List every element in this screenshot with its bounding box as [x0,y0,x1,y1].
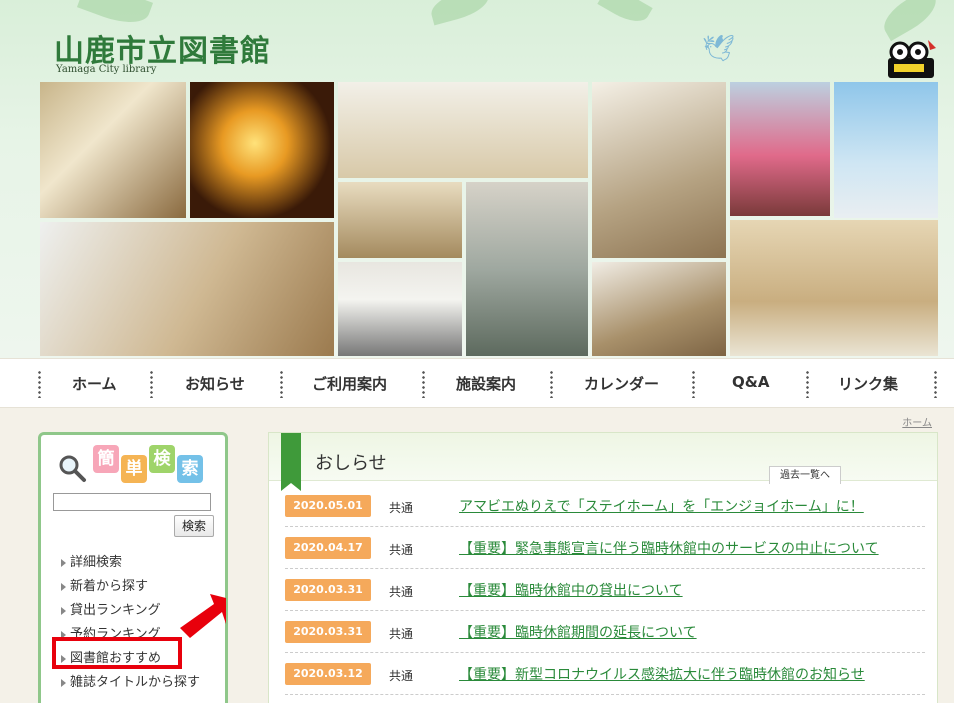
photo-kids-room [730,220,938,356]
news-link[interactable]: 【重要】臨時休館中の貸出について [459,580,683,600]
news-link[interactable]: 【重要】臨時休館期間の延長について [459,622,697,642]
news-category: 共通 [389,585,414,599]
photo-sculpture [834,82,938,218]
arrow-right-icon [61,606,66,615]
link-label: 雑誌タイトルから探す [70,675,201,690]
breadcrumb-home[interactable]: ホーム [902,414,932,429]
red-arrow-annotation [180,594,226,638]
bird-icon: 🕊 [702,34,736,64]
news-category: 共通 [389,501,414,515]
news-link[interactable]: アマビエぬりえで「ステイホーム」を「エンジョイホーム」に！ [459,496,864,516]
photo-shelves-corridor [338,182,462,258]
nav-usage-guide[interactable]: ご利用案内 [312,373,387,394]
title-char: 検 [149,445,175,473]
search-input[interactable] [53,493,211,511]
site-header: 山鹿市立図書館 Yamaga City library 🕊 [0,0,954,358]
nav-separator [550,370,553,398]
site-subtitle: Yamaga City library [56,64,157,75]
nav-separator [280,370,283,398]
leaf-decoration [877,0,943,42]
link-label: 詳細検索 [70,555,123,570]
photo-hidamari-entrance [466,182,588,356]
title-char: 単 [121,455,147,483]
leaf-decoration [597,0,653,29]
news-category: 共通 [389,543,414,557]
link-label: 新着から探す [70,579,149,594]
quick-search-title: 簡 単 検 索 [53,441,213,489]
date-badge: 2020.03.31 [285,621,371,643]
title-char: 簡 [93,445,119,473]
nav-separator [934,370,937,398]
leaf-decoration [427,0,493,26]
news-link[interactable]: 【重要】緊急事態宣言に伴う臨時休館中のサービスの中止について [459,538,879,558]
nav-facilities[interactable]: 施設案内 [456,373,516,394]
photo-mobile-library-truck [338,262,462,356]
link-label: 貸出ランキング [70,603,161,618]
arrow-right-icon [61,582,66,591]
link-magazine-search[interactable]: 雑誌タイトルから探す [61,671,200,690]
news-category: 共通 [389,669,414,683]
news-category: 共通 [389,627,414,641]
search-button[interactable]: 検索 [174,515,214,537]
photo-study-tables [40,222,334,356]
arrow-right-icon [61,678,66,687]
link-lending-ranking[interactable]: 貸出ランキング [61,599,161,618]
news-row: 2020.03.31 共通 【重要】臨時休館期間の延長について [285,611,925,653]
news-panel: おしらせ 過去一覧へ 2020.05.01 共通 アマビエぬりえで「ステイホーム… [268,432,938,703]
photo-lanterns [190,82,334,218]
nav-separator [806,370,809,398]
date-badge: 2020.03.31 [285,579,371,601]
news-header: おしらせ 過去一覧へ [269,433,937,491]
nav-separator [150,370,153,398]
arrow-right-icon [61,558,66,567]
nav-links[interactable]: リンク集 [838,373,898,394]
nav-separator [692,370,695,398]
nav-calendar[interactable]: カレンダー [584,373,659,394]
nav-faq[interactable]: Q&A [732,373,769,391]
nav-separator [38,370,41,398]
photo-childrens-shelves [592,262,726,356]
photo-festival-dancers [730,82,830,216]
date-badge: 2020.03.12 [285,663,371,685]
news-row: 2020.04.17 共通 【重要】緊急事態宣言に伴う臨時休館中のサービスの中止… [285,527,925,569]
date-badge: 2020.04.17 [285,537,371,559]
news-row: 2020.05.01 共通 アマビエぬりえで「ステイホーム」を「エンジョイホーム… [285,485,925,527]
photo-storytime [338,82,588,178]
news-title: おしらせ [315,453,387,474]
library-mascot-logo [888,40,936,78]
news-row: 2020.03.31 共通 【重要】臨時休館中の貸出について [285,569,925,611]
link-new-arrivals[interactable]: 新着から探す [61,575,148,594]
main-nav: ホーム お知らせ ご利用案内 施設案内 カレンダー Q&A リンク集 [0,358,954,408]
magnifier-icon [59,455,86,482]
link-advanced-search[interactable]: 詳細検索 [61,551,122,570]
date-badge: 2020.05.01 [285,495,371,517]
highlight-annotation [52,637,182,669]
nav-news[interactable]: お知らせ [185,373,245,394]
news-row: 2020.03.12 共通 【重要】新型コロナウイルス感染拡大に伴う臨時休館のお… [285,653,925,695]
archive-link[interactable]: 過去一覧へ [769,466,841,484]
nav-separator [422,370,425,398]
news-link[interactable]: 【重要】新型コロナウイルス感染拡大に伴う臨時休館のお知らせ [459,664,865,684]
title-char: 索 [177,455,203,483]
photo-reading-corner [592,82,726,258]
photo-bookshelves [40,82,186,218]
green-flag-marker [281,433,301,491]
nav-home[interactable]: ホーム [72,373,117,394]
